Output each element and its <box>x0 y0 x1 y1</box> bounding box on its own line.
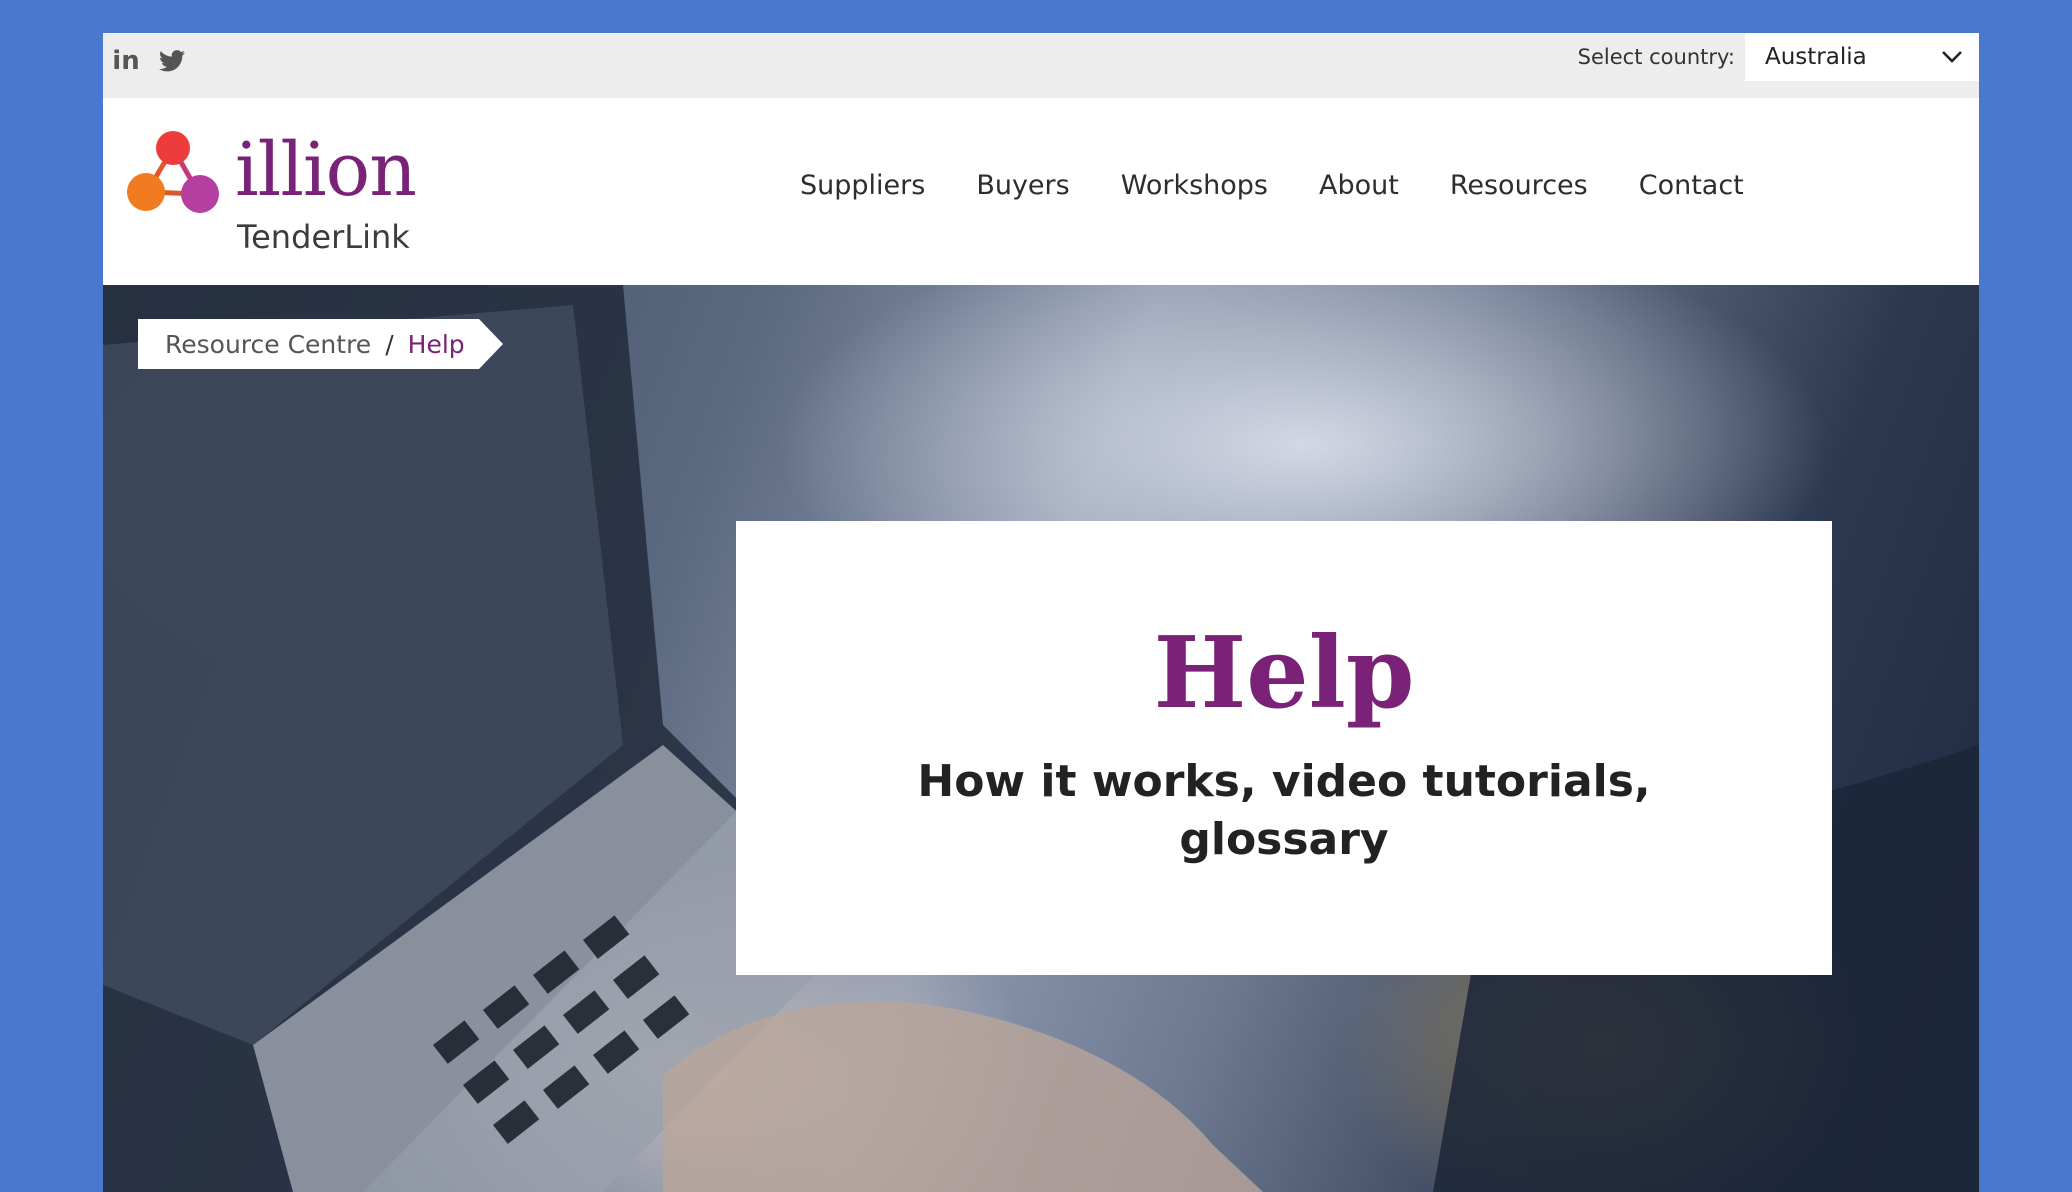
page-title: Help <box>1153 616 1415 731</box>
logo-word: illion <box>235 127 417 213</box>
browser-viewport: in Select country: Australia illion Tend… <box>103 33 1979 1192</box>
nav-suppliers[interactable]: Suppliers <box>800 170 925 201</box>
social-links: in <box>111 41 187 81</box>
illion-tenderlink-logo[interactable]: illion TenderLink <box>127 127 427 260</box>
logo-subtitle: TenderLink <box>237 218 410 256</box>
breadcrumb: Resource Centre / Help <box>138 319 503 369</box>
country-select[interactable]: Australia <box>1745 33 1979 81</box>
hero-card: Help How it works, video tutorials, glos… <box>736 521 1832 975</box>
nav-resources[interactable]: Resources <box>1450 170 1588 201</box>
chevron-down-icon <box>1941 44 1963 70</box>
country-selector: Select country: Australia <box>1578 33 1979 81</box>
utility-bar: in Select country: Australia <box>103 33 1979 98</box>
nav-about[interactable]: About <box>1319 170 1399 201</box>
nav-buyers[interactable]: Buyers <box>976 170 1069 201</box>
linkedin-icon-label: in <box>112 46 140 76</box>
country-value: Australia <box>1765 44 1867 70</box>
hero-banner: Resource Centre / Help Help How it works… <box>103 285 1979 1192</box>
logo-mark-icon <box>127 131 219 213</box>
breadcrumb-resource-centre[interactable]: Resource Centre <box>165 330 371 359</box>
linkedin-icon[interactable]: in <box>111 41 141 81</box>
twitter-icon[interactable] <box>157 41 187 81</box>
nav-workshops[interactable]: Workshops <box>1121 170 1268 201</box>
site-header: illion TenderLink Suppliers Buyers Works… <box>103 98 1979 285</box>
breadcrumb-separator: / <box>385 329 394 359</box>
country-label: Select country: <box>1577 45 1735 69</box>
page-subtitle: How it works, video tutorials, glossary <box>917 756 1651 865</box>
breadcrumb-current: Help <box>407 329 465 359</box>
nav-contact[interactable]: Contact <box>1639 170 1744 201</box>
main-nav: Suppliers Buyers Workshops About Resourc… <box>800 170 1744 201</box>
